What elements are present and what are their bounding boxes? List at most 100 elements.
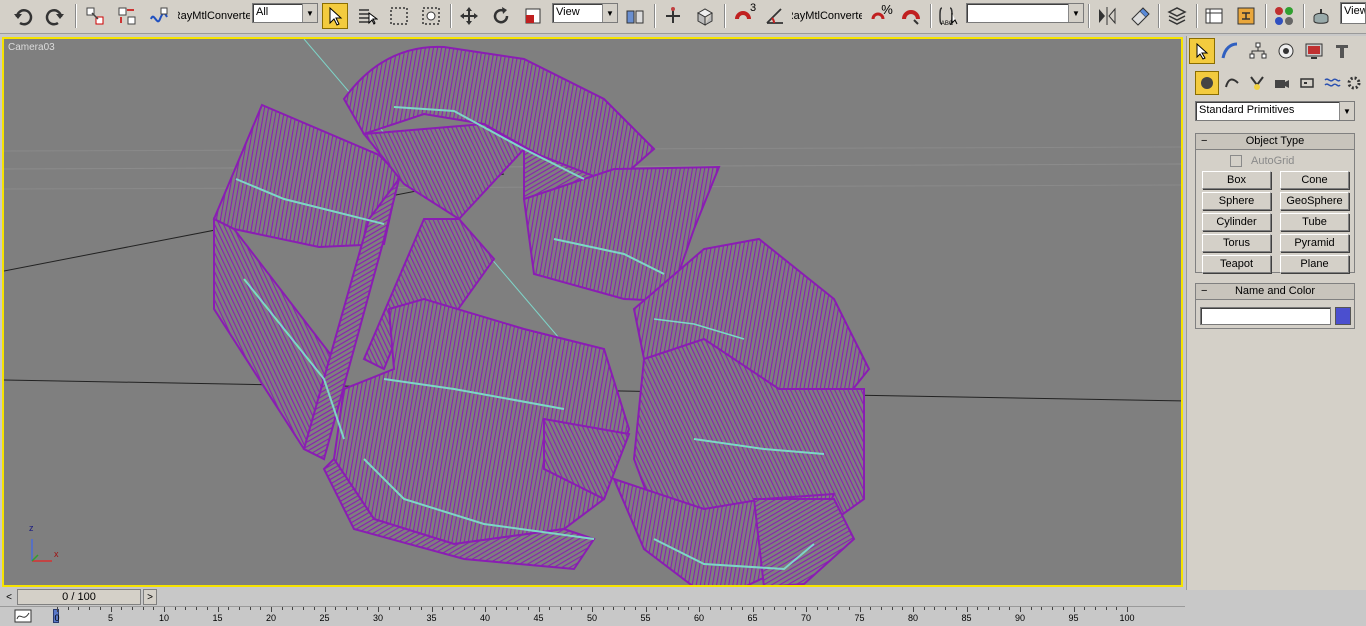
angle-snap-icon[interactable] (762, 3, 788, 29)
timeline-tick (474, 607, 476, 610)
select-and-manipulate-icon[interactable] (660, 3, 686, 29)
time-slider-thumb[interactable]: 0 / 100 (17, 589, 141, 605)
name-and-color-header[interactable]: − Name and Color (1196, 284, 1354, 300)
timeline-tick (827, 607, 829, 610)
schematic-view-icon[interactable] (1233, 3, 1259, 29)
timeline-tick (99, 607, 101, 610)
render-setup-icon[interactable] (1308, 3, 1334, 29)
tube-button[interactable]: Tube (1280, 213, 1349, 231)
teapot-button[interactable]: Teapot (1202, 255, 1271, 273)
track-bar[interactable]: 0 5 10 15 20 25 30 35 40 45 50 55 60 65 70 75 80 85 90 95 10… (0, 606, 1185, 624)
object-type-header[interactable]: − Object Type (1196, 134, 1354, 150)
material-editor-icon[interactable] (1271, 3, 1297, 29)
keyboard-shortcut-override-icon[interactable] (692, 3, 718, 29)
torus-button[interactable]: Torus (1202, 234, 1271, 252)
align-icon[interactable] (1126, 3, 1152, 29)
object-color-swatch[interactable] (1335, 307, 1351, 325)
timeline-tick (880, 607, 882, 610)
cameras-category-icon[interactable] (1270, 71, 1294, 95)
systems-category-icon[interactable] (1342, 71, 1366, 95)
viewcube-dropdown[interactable]: View (1340, 2, 1366, 24)
selection-filter-dropdown[interactable]: All ▼ (252, 3, 318, 23)
rotate-icon[interactable] (488, 3, 514, 29)
raymtl-converter-label-2[interactable]: RayMtlConverter (792, 3, 862, 29)
pivot-center-icon[interactable] (622, 3, 648, 29)
timeline-tick (506, 607, 508, 610)
lights-category-icon[interactable] (1245, 71, 1269, 95)
timeline-tick (945, 607, 947, 610)
timeline-tick-label: 75 (854, 613, 865, 623)
modify-tab-icon[interactable] (1217, 38, 1243, 64)
cone-button[interactable]: Cone (1280, 171, 1349, 189)
timeline-tick (977, 607, 979, 610)
timeline-tick (752, 607, 754, 612)
shapes-category-icon[interactable] (1220, 71, 1244, 95)
utilities-tab-icon[interactable] (1329, 38, 1355, 64)
helpers-category-icon[interactable] (1295, 71, 1319, 95)
motion-tab-icon[interactable] (1273, 38, 1299, 64)
geometry-category-icon[interactable] (1195, 71, 1219, 95)
autogrid-checkbox[interactable] (1230, 155, 1242, 167)
primitive-category-dropdown[interactable]: Standard Primitives ▼ (1195, 101, 1355, 121)
viewport-label[interactable]: Camera03 (8, 42, 55, 53)
unlink-selection-icon[interactable] (114, 3, 140, 29)
scene-render (4, 39, 1181, 585)
select-and-link-icon[interactable] (82, 3, 108, 29)
sphere-button[interactable]: Sphere (1202, 192, 1271, 210)
timeline-tick (549, 607, 551, 610)
timeline-tick-label: 100 (1119, 613, 1135, 623)
create-tab-icon[interactable] (1189, 38, 1215, 64)
box-button[interactable]: Box (1202, 171, 1271, 189)
geosphere-button[interactable]: GeoSphere (1280, 192, 1349, 210)
timeline-tick (281, 607, 283, 610)
collapse-icon: − (1201, 135, 1208, 147)
layer-manager-icon[interactable] (1164, 3, 1190, 29)
camera-viewport[interactable]: Camera03 z x (2, 37, 1183, 587)
timeline-tick (452, 607, 454, 610)
rectangular-selection-icon[interactable] (386, 3, 412, 29)
timeline-tick (613, 607, 615, 610)
bind-to-space-warp-icon[interactable] (146, 3, 172, 29)
display-tab-icon[interactable] (1301, 38, 1327, 64)
timeline-tick (538, 607, 540, 612)
timeline-tick (142, 607, 144, 610)
object-name-input[interactable] (1200, 307, 1331, 325)
undo-icon[interactable] (10, 3, 36, 29)
timeline-tick (292, 607, 294, 610)
timeline-tick (110, 607, 112, 612)
timeline-tick (303, 607, 305, 610)
scale-icon[interactable] (520, 3, 546, 29)
select-by-name-icon[interactable] (354, 3, 380, 29)
space-warps-category-icon[interactable] (1320, 71, 1344, 95)
timeline-tick-label: 0 (54, 613, 60, 623)
timeline-tick (602, 607, 604, 610)
timeline-tick (581, 607, 583, 610)
timeline-tick (313, 607, 315, 610)
timeline-tick-label: 15 (212, 613, 223, 623)
cylinder-button[interactable]: Cylinder (1202, 213, 1271, 231)
next-frame-button[interactable]: > (143, 589, 157, 605)
mirror-icon[interactable] (1094, 3, 1120, 29)
timeline-tick (795, 607, 797, 610)
spinner-snap-icon[interactable] (898, 3, 924, 29)
timeline-tick (559, 607, 561, 610)
timeline-tick (517, 607, 519, 610)
timeline-tick-label: 55 (640, 613, 651, 623)
select-object-icon[interactable] (322, 3, 348, 29)
prev-frame-button[interactable]: < (3, 589, 15, 605)
plane-button[interactable]: Plane (1280, 255, 1349, 273)
reference-coord-dropdown[interactable]: View ▼ (552, 3, 618, 23)
object-type-rollout: − Object Type AutoGrid Box Cone Sphere G… (1195, 133, 1355, 273)
move-icon[interactable] (456, 3, 482, 29)
raymtl-converter-label[interactable]: RayMtlConverter (178, 3, 250, 29)
chevron-down-icon: ▼ (1339, 102, 1354, 120)
hierarchy-tab-icon[interactable] (1245, 38, 1271, 64)
timeline-tick (848, 607, 850, 610)
curve-editor-mini-icon[interactable] (14, 609, 32, 623)
window-crossing-icon[interactable] (418, 3, 444, 29)
pyramid-button[interactable]: Pyramid (1280, 234, 1349, 252)
curve-editor-icon[interactable] (1201, 3, 1227, 29)
redo-icon[interactable] (42, 3, 68, 29)
main-toolbar: RayMtlConverter All ▼ View ▼ 3 (0, 0, 1366, 34)
named-selection-dropdown[interactable]: ▼ (966, 3, 1084, 23)
